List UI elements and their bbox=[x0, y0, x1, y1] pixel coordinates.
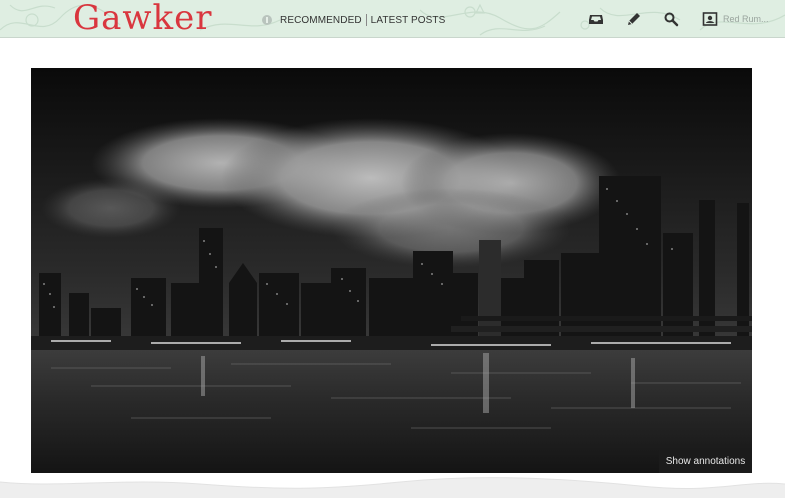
search-icon[interactable] bbox=[663, 11, 679, 27]
inbox-icon[interactable] bbox=[588, 11, 604, 27]
info-dot-icon bbox=[262, 15, 272, 25]
top-bar: Gawker RECOMMENDED LATEST POSTS Red Rum.… bbox=[0, 0, 785, 38]
torn-paper-edge bbox=[0, 477, 785, 498]
nav-recommended[interactable]: RECOMMENDED bbox=[280, 15, 362, 26]
nav-divider bbox=[365, 14, 367, 26]
user-name[interactable]: Red Rum... bbox=[723, 14, 769, 24]
show-annotations-button[interactable]: Show annotations bbox=[659, 449, 752, 473]
user-card-icon[interactable] bbox=[702, 11, 718, 27]
pencil-icon[interactable] bbox=[626, 11, 642, 27]
nyc-skyline-night-image bbox=[31, 68, 752, 473]
feature-photo[interactable] bbox=[31, 68, 752, 473]
site-logo[interactable]: Gawker bbox=[73, 0, 213, 37]
main-nav: RECOMMENDED LATEST POSTS bbox=[262, 12, 445, 28]
nav-latest-posts[interactable]: LATEST POSTS bbox=[371, 15, 446, 26]
